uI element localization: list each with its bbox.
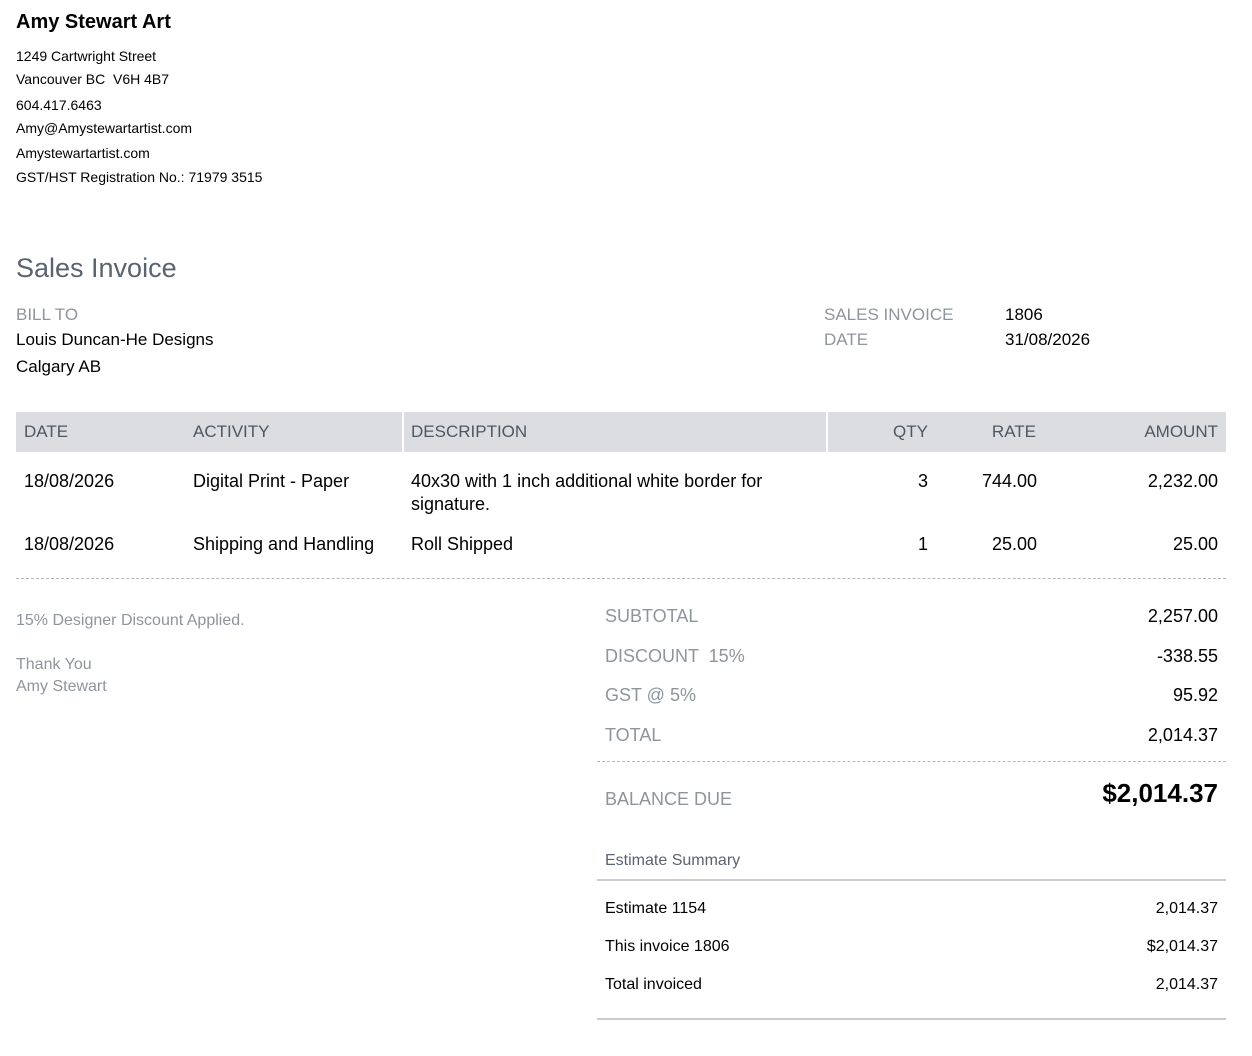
column-header-date: DATE [24,422,69,441]
total-value: 2,014.37 [1147,725,1218,745]
estimate-row-value: $2,014.37 [1146,938,1218,955]
row-amount: 2,232.00 [1147,471,1218,491]
estimate-row-value: 2,014.37 [1155,976,1218,993]
row-amount: 25.00 [1172,534,1218,554]
subtotal-value: 2,257.00 [1147,606,1218,626]
estimate-summary-title: Estimate Summary [605,852,741,869]
bill-to-city: Calgary AB [16,357,102,376]
company-gst: GST/HST Registration No.: 71979 3515 [16,169,263,185]
bill-to-name: Louis Duncan-He Designs [16,330,214,349]
signature-name: Amy Stewart [16,678,107,695]
row-activity: Shipping and Handling [193,534,375,554]
total-label: TOTAL [605,725,662,745]
balance-due-value: $2,014.37 [1102,778,1218,808]
estimate-row-value: 2,014.37 [1155,900,1218,917]
estimate-summary-divider [597,879,1226,881]
column-header-rate: RATE [991,422,1036,441]
thanks-note: Thank You [16,656,92,673]
company-email: Amy@Amystewartartist.com [16,120,193,136]
company-website: Amystewartartist.com [16,145,150,161]
discount-note: 15% Designer Discount Applied. [16,612,245,629]
column-header-activity: ACTIVITY [193,422,270,441]
estimate-summary-bottom-divider [597,1018,1226,1020]
column-header-amount: AMOUNT [1144,422,1218,441]
column-divider [402,412,404,452]
company-address-line2: Vancouver BC V6H 4B7 [16,71,170,87]
row-qty: 3 [917,471,928,491]
line-items-header: DATE ACTIVITY DESCRIPTION QTY RATE AMOUN… [16,412,1226,452]
row-description: 40x30 with 1 inch additional white borde… [411,471,763,514]
company-phone: 604.417.6463 [16,97,102,113]
row-date: 18/08/2026 [24,534,115,554]
invoice-date-label: DATE [824,330,869,349]
discount-value: -338.55 [1156,646,1218,666]
row-activity: Digital Print - Paper [193,471,350,491]
row-rate: 744.00 [981,471,1037,491]
balance-due-label: BALANCE DUE [605,789,733,809]
row-description: Roll Shipped [411,534,514,554]
invoice-date: 31/08/2026 [1005,330,1091,349]
column-divider [826,412,828,452]
subtotal-label: SUBTOTAL [605,606,699,626]
company-address-line1: 1249 Cartwright Street [16,48,157,64]
company-name: Amy Stewart Art [16,11,171,33]
row-rate: 25.00 [991,534,1037,554]
page-title: Sales Invoice [16,253,177,283]
invoice-number: 1806 [1005,305,1043,324]
table-divider [16,578,1226,579]
estimate-row-label: This invoice 1806 [605,938,730,955]
estimate-row-label: Estimate 1154 [605,900,707,917]
totals-divider [597,761,1226,762]
discount-label: DISCOUNT 15% [605,646,745,666]
estimate-row-label: Total invoiced [605,976,702,993]
bill-to-label: BILL TO [16,305,79,324]
gst-value: 95.92 [1172,685,1218,705]
row-qty: 1 [917,534,928,554]
column-header-description: DESCRIPTION [411,422,528,441]
row-date: 18/08/2026 [24,471,115,491]
column-header-qty: QTY [893,422,928,441]
invoice-number-label: SALES INVOICE [824,305,954,324]
gst-label: GST @ 5% [605,685,696,705]
